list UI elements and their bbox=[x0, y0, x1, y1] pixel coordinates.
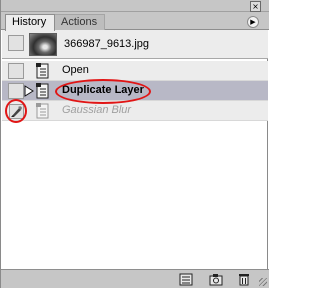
new-snapshot-icon[interactable] bbox=[209, 273, 223, 286]
history-state-label: Gaussian Blur bbox=[62, 104, 132, 116]
resize-grip-icon[interactable] bbox=[259, 278, 267, 286]
history-state-label: Open bbox=[62, 64, 89, 76]
document-state-icon bbox=[36, 63, 49, 79]
tab-history[interactable]: History bbox=[5, 14, 55, 31]
tab-actions[interactable]: Actions bbox=[55, 14, 105, 31]
panel-title-strip[interactable]: × bbox=[1, 0, 269, 12]
delete-state-icon[interactable] bbox=[237, 273, 251, 286]
history-brush-source-box[interactable] bbox=[8, 83, 24, 99]
history-panel: × History Actions ▶ 366987_9613.jpg Open bbox=[0, 0, 269, 288]
snapshot-name: 366987_9613.jpg bbox=[64, 38, 150, 50]
history-brush-source-box[interactable] bbox=[8, 63, 24, 79]
document-state-icon bbox=[36, 83, 49, 99]
snapshot-thumbnail bbox=[29, 33, 57, 56]
close-icon[interactable]: × bbox=[250, 1, 261, 12]
history-state-slider-icon[interactable] bbox=[24, 85, 34, 97]
history-state-label: Duplicate Layer bbox=[62, 84, 144, 96]
panel-menu-arrow-icon[interactable]: ▶ bbox=[247, 16, 259, 28]
history-state-duplicate-layer[interactable]: Duplicate Layer bbox=[2, 81, 268, 101]
panel-bottom-toolbar bbox=[1, 269, 269, 288]
snapshot-row[interactable]: 366987_9613.jpg bbox=[2, 30, 268, 59]
history-brush-source-box[interactable] bbox=[8, 35, 24, 51]
new-document-from-state-icon[interactable] bbox=[179, 273, 193, 286]
tab-bar: History Actions ▶ bbox=[1, 12, 269, 31]
document-state-icon bbox=[36, 103, 49, 119]
history-state-gaussian-blur[interactable]: Gaussian Blur bbox=[2, 101, 268, 121]
history-brush-source-icon[interactable] bbox=[9, 104, 24, 119]
history-state-open[interactable]: Open bbox=[2, 61, 268, 81]
